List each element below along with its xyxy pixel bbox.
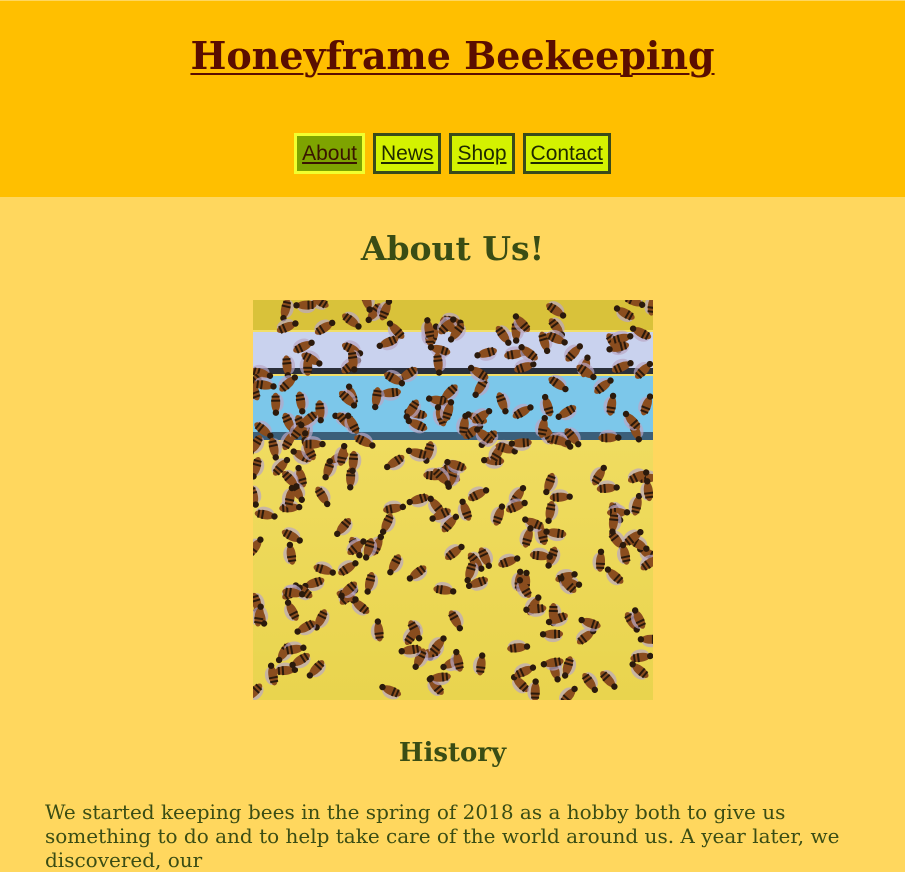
- site-header: Honeyframe Beekeeping About News Shop Co…: [0, 1, 905, 197]
- history-heading: History: [0, 735, 905, 771]
- nav-item-about[interactable]: About: [294, 133, 365, 174]
- site-title-link[interactable]: Honeyframe Beekeeping: [0, 31, 905, 81]
- history-paragraph: We started keeping bees in the spring of…: [45, 800, 865, 872]
- bees-illustration: [253, 300, 653, 700]
- nav-item-news[interactable]: News: [373, 133, 442, 174]
- nav-item-contact[interactable]: Contact: [523, 133, 611, 174]
- main-nav: About News Shop Contact: [0, 133, 905, 174]
- nav-item-shop[interactable]: Shop: [449, 133, 514, 174]
- page-heading: About Us!: [0, 226, 905, 272]
- honeybees-photo: [253, 300, 653, 700]
